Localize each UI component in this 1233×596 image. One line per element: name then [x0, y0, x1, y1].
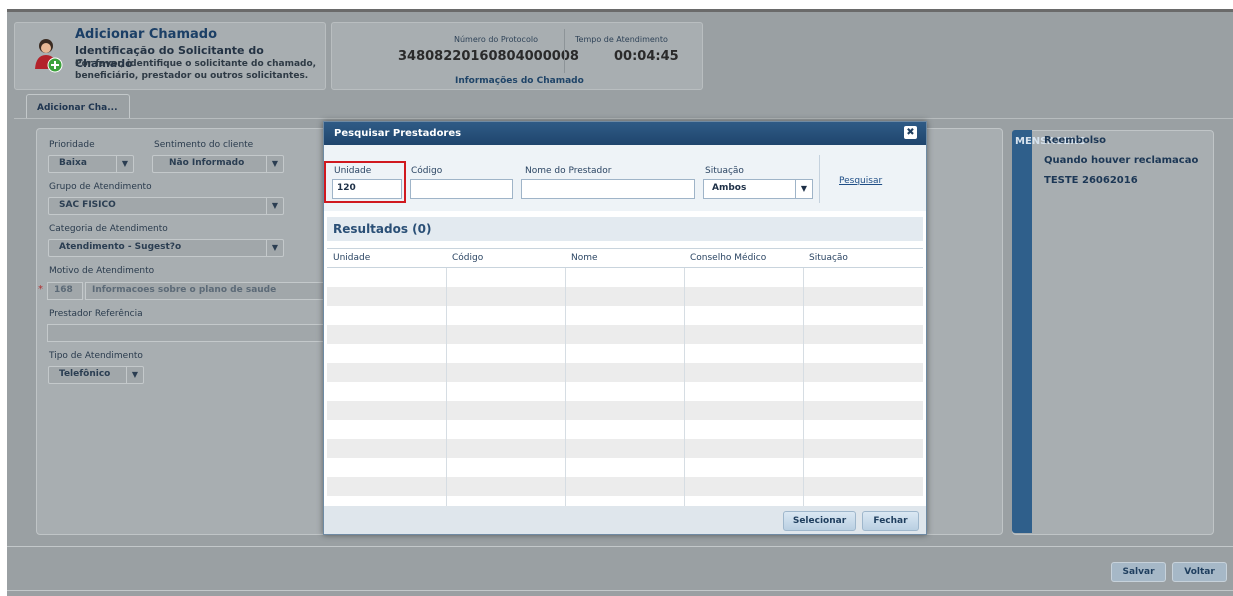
column-divider	[684, 249, 685, 507]
category-label: Categoria de Atendimento	[49, 224, 168, 234]
column-header-unit[interactable]: Unidade	[333, 253, 370, 263]
search-filters	[324, 145, 926, 211]
table-header: Unidade Código Nome Conselho Médico Situ…	[327, 249, 923, 268]
chevron-down-icon: ▼	[116, 156, 133, 172]
reason-code-field[interactable]: 168	[47, 282, 83, 300]
provider-name-input[interactable]	[521, 179, 695, 199]
service-time-value: 00:04:45	[614, 49, 679, 64]
footer-divider	[7, 546, 1233, 547]
column-divider	[803, 249, 804, 507]
dialog-footer: Selecionar Fechar	[324, 506, 926, 534]
search-providers-dialog: Pesquisar Prestadores ✖ Unidade 120 Códi…	[323, 121, 927, 535]
results-header: Resultados (0)	[327, 217, 923, 241]
results-table: Unidade Código Nome Conselho Médico Situ…	[327, 248, 923, 507]
highlight-box	[324, 161, 406, 203]
messages-bar-label: MENSAGENS	[1015, 136, 1086, 147]
message-item[interactable]: Quando houver reclamacao	[1044, 155, 1198, 166]
user-add-icon	[33, 35, 63, 75]
sentiment-value: Não Informado	[169, 158, 245, 168]
table-row[interactable]	[327, 325, 923, 344]
message-item[interactable]: Reembolso	[1044, 135, 1106, 146]
search-separator	[819, 155, 820, 203]
category-value: Atendimento - Sugest?o	[59, 242, 182, 252]
column-header-medical-council[interactable]: Conselho Médico	[690, 253, 766, 263]
chevron-down-icon: ▼	[126, 367, 143, 383]
type-select[interactable]: Telefônico ▼	[48, 366, 144, 384]
column-header-name[interactable]: Nome	[571, 253, 598, 263]
chevron-down-icon: ▼	[266, 156, 283, 172]
column-header-status[interactable]: Situação	[809, 253, 848, 263]
tab-add-call[interactable]: Adicionar Cha...	[26, 94, 130, 119]
table-row[interactable]	[327, 401, 923, 420]
save-button[interactable]: Salvar	[1111, 562, 1166, 582]
provider-ref-field[interactable]	[47, 324, 325, 342]
footer-divider-bottom	[7, 590, 1233, 591]
code-label: Código	[411, 166, 443, 176]
message-item[interactable]: TESTE 26062016	[1044, 175, 1138, 186]
sentiment-select[interactable]: Não Informado ▼	[152, 155, 284, 173]
protocol-separator	[564, 29, 565, 73]
sentiment-label: Sentimento do cliente	[154, 140, 254, 150]
priority-value: Baixa	[59, 158, 87, 168]
messages-panel	[1012, 130, 1214, 535]
column-divider	[565, 249, 566, 507]
tab-divider	[14, 118, 1233, 119]
reason-code: 168	[54, 285, 73, 295]
chevron-down-icon: ▼	[795, 180, 812, 198]
close-button[interactable]: Fechar	[862, 511, 919, 531]
select-button[interactable]: Selecionar	[783, 511, 856, 531]
priority-label: Prioridade	[49, 140, 95, 150]
reason-text: Informacoes sobre o plano de saude	[92, 285, 277, 295]
status-label: Situação	[705, 166, 744, 176]
code-input[interactable]	[410, 179, 513, 199]
protocol-card: Número do Protocolo 34808220160804000008…	[331, 22, 703, 90]
table-row[interactable]	[327, 477, 923, 496]
category-select[interactable]: Atendimento - Sugest?o ▼	[48, 239, 284, 257]
service-time-label: Tempo de Atendimento	[575, 35, 668, 44]
required-mark: *	[38, 284, 43, 295]
protocol-number-label: Número do Protocolo	[454, 35, 538, 44]
provider-ref-label: Prestador Referência	[49, 309, 143, 319]
header-card: Adicionar Chamado Identificação do Solic…	[14, 22, 326, 90]
type-value: Telefônico	[59, 369, 111, 379]
provider-name-label: Nome do Prestador	[525, 166, 612, 176]
status-select[interactable]: Ambos ▼	[703, 179, 813, 199]
tab-label: Adicionar Cha...	[37, 103, 118, 113]
back-button[interactable]: Voltar	[1172, 562, 1227, 582]
type-label: Tipo de Atendimento	[49, 351, 143, 361]
reason-text-field[interactable]: Informacoes sobre o plano de saude	[85, 282, 325, 300]
page-title: Adicionar Chamado	[75, 27, 218, 42]
call-info-link[interactable]: Informações do Chamado	[455, 76, 584, 86]
dialog-title: Pesquisar Prestadores	[334, 128, 462, 139]
group-label: Grupo de Atendimento	[49, 182, 152, 192]
dialog-header: Pesquisar Prestadores ✖	[324, 122, 926, 145]
group-select[interactable]: SAC FISICO ▼	[48, 197, 284, 215]
priority-select[interactable]: Baixa ▼	[48, 155, 134, 173]
table-row[interactable]	[327, 439, 923, 458]
column-divider	[446, 249, 447, 507]
protocol-number-value: 34808220160804000008	[398, 49, 579, 64]
table-row[interactable]	[327, 363, 923, 382]
search-link[interactable]: Pesquisar	[839, 176, 882, 186]
chevron-down-icon: ▼	[266, 240, 283, 256]
table-row[interactable]	[327, 287, 923, 306]
messages-bar: MENSAGENS	[1012, 130, 1086, 533]
status-value: Ambos	[712, 183, 747, 193]
results-title: Resultados (0)	[333, 222, 432, 236]
group-value: SAC FISICO	[59, 200, 116, 210]
page-description: Por favor, identifique o solicitante do …	[75, 59, 317, 81]
column-header-code[interactable]: Código	[452, 253, 483, 263]
close-icon[interactable]: ✖	[904, 126, 917, 139]
chevron-down-icon: ▼	[266, 198, 283, 214]
reason-label: Motivo de Atendimento	[49, 266, 155, 276]
